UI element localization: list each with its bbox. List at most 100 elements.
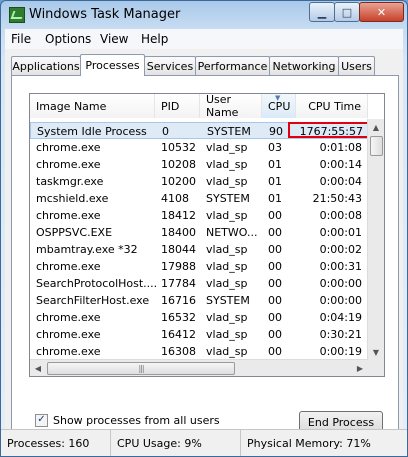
vertical-scrollbar[interactable]: ▲ ▼ [367,119,384,360]
cell-pid: 18412 [161,209,196,222]
cell-user-name: vlad_sp [206,175,248,188]
cell-pid: 16412 [161,328,196,341]
cell-user-name: SYSTEM [207,125,251,138]
cell-image-name: mcshield.exe [36,192,109,205]
menu-file[interactable]: File [11,32,31,46]
cell-user-name: vlad_sp [206,311,248,324]
menu-options[interactable]: Options [45,32,91,46]
cell-user-name: NETWO... [206,226,258,239]
table-row[interactable]: OSPPSVC.EXE 18400 NETWO... 00 0:00:01 [30,224,368,241]
table-row[interactable]: SearchFilterHost.exe 16716 SYSTEM 00 0:00:00 [30,292,368,309]
scroll-down-icon[interactable]: ▼ [368,344,384,360]
table-row[interactable]: chrome.exe 18412 vlad_sp 00 0:00:08 [30,207,368,224]
cell-user-name: vlad_sp [206,141,248,154]
maximize-button[interactable]: □ [334,2,360,22]
tab-processes[interactable]: Processes [80,54,145,76]
table-row[interactable]: chrome.exe 17988 vlad_sp 00 0:00:31 [30,258,368,275]
cell-cpu: 01 [268,192,282,205]
show-all-users-checkbox[interactable]: ✓ [35,413,48,427]
tab-networking[interactable]: Networking [269,56,339,75]
tab-performance[interactable]: Performance [195,56,270,75]
cell-cpu: 01 [268,175,282,188]
scroll-left-icon[interactable]: ◀ [30,360,46,376]
status-physical-memory: Physical Memory: 71% [247,437,371,450]
process-list[interactable]: Image Name PID User Name ▼ CPU CPU Time … [29,93,385,377]
cell-image-name: taskmgr.exe [36,175,104,188]
client-area: File Options View Help Applications Proc… [5,29,403,433]
tab-applications[interactable]: Applications [11,56,81,75]
cell-cpu-time: 0:00:19 [319,345,362,358]
window-title: Windows Task Manager [29,7,181,22]
horizontal-scrollbar[interactable]: ◀ ||| ▶ [30,359,368,376]
menu-bar: File Options View Help [5,29,403,49]
cell-cpu: 00 [268,277,282,290]
cell-user-name: SYSTEM [206,294,250,307]
cell-image-name: SearchFilterHost.exe [36,294,150,307]
table-row[interactable]: SearchProtocolHost.... 17784 vlad_sp 00 0:00… [30,275,368,292]
table-row[interactable]: chrome.exe 10208 vlad_sp 01 0:00:14 [30,156,368,173]
table-row[interactable]: mcshield.exe 4108 SYSTEM 01 21:50:43 [30,190,368,207]
cell-cpu: 00 [268,345,282,358]
tab-services[interactable]: Services [144,56,196,75]
cell-image-name: chrome.exe [36,311,101,324]
cell-pid: 17784 [161,277,196,290]
column-user-name[interactable]: User Name [200,94,262,119]
cell-pid: 10208 [161,158,196,171]
table-row[interactable]: chrome.exe 10532 vlad_sp 03 0:01:08 [30,139,368,156]
column-cpu[interactable]: ▼ CPU [262,94,296,118]
table-row[interactable]: chrome.exe 16532 vlad_sp 00 0:04:19 [30,309,368,326]
cell-cpu-time: 0:00:04 [319,175,362,188]
cell-pid: 17988 [161,260,196,273]
close-button[interactable]: ✕ [359,2,404,22]
cell-cpu: 00 [268,260,282,273]
cell-cpu: 01 [268,158,282,171]
cell-cpu: 00 [268,311,282,324]
cell-cpu: 00 [268,294,282,307]
cell-cpu: 00 [268,328,282,341]
cell-cpu-time: 0:00:14 [319,158,362,171]
cell-pid: 16308 [161,345,196,358]
column-cpu-time[interactable]: CPU Time [296,94,368,118]
cell-image-name: chrome.exe [36,209,101,222]
table-row[interactable]: chrome.exe 16412 vlad_sp 00 0:30:21 [30,326,368,343]
horizontal-scroll-thumb[interactable]: ||| [47,362,235,375]
cell-pid: 18400 [161,226,196,239]
show-all-users-option[interactable]: ✓ Show processes from all users [35,412,220,428]
cell-cpu-time: 0:00:00 [319,277,362,290]
minimize-button[interactable]: ▁ [309,2,335,22]
column-pid[interactable]: PID [155,94,200,118]
scroll-up-icon[interactable]: ▲ [368,119,384,135]
scrollbar-corner [368,360,384,376]
cell-cpu-time: 0:00:01 [319,226,362,239]
column-image-name[interactable]: Image Name [30,94,155,118]
status-bar: Processes: 160 CPU Usage: 9% Physical Me… [1,429,407,456]
cell-image-name: chrome.exe [36,141,101,154]
table-row[interactable]: mbamtray.exe *32 18044 vlad_sp 00 0:00:02 [30,241,368,258]
close-icon: ✕ [376,5,387,19]
cell-image-name: chrome.exe [36,328,101,341]
cell-cpu-time: 0:00:08 [319,209,362,222]
menu-view[interactable]: View [100,32,128,46]
scroll-right-icon[interactable]: ▶ [352,360,368,376]
cell-cpu-time: 0:30:21 [319,328,362,341]
table-row[interactable]: taskmgr.exe 10200 vlad_sp 01 0:00:04 [30,173,368,190]
sort-descending-icon: ▼ [275,94,281,102]
cell-cpu: 00 [268,243,282,256]
table-row[interactable]: chrome.exe 16308 vlad_sp 00 0:00:19 [30,343,368,360]
menu-help[interactable]: Help [141,32,168,46]
tab-users[interactable]: Users [338,56,375,75]
cell-cpu-time: 0:00:00 [319,294,362,307]
cell-pid: 16716 [161,294,196,307]
maximize-icon: □ [341,5,353,19]
cell-user-name: vlad_sp [206,243,248,256]
task-manager-window: Windows Task Manager ▁ □ ✕ File Options … [0,0,408,457]
status-processes: Processes: 160 [1,430,111,456]
tab-strip: Applications Processes Services Performa… [11,54,401,76]
cell-user-name: vlad_sp [206,209,248,222]
vertical-scroll-thumb[interactable] [370,136,383,156]
status-cpu-usage: CPU Usage: 9% [111,430,241,456]
cell-cpu-time: 0:00:02 [319,243,362,256]
cell-pid: 16532 [161,311,196,324]
title-bar[interactable]: Windows Task Manager ▁ □ ✕ [1,1,407,29]
cell-cpu-time: 0:00:31 [319,260,362,273]
